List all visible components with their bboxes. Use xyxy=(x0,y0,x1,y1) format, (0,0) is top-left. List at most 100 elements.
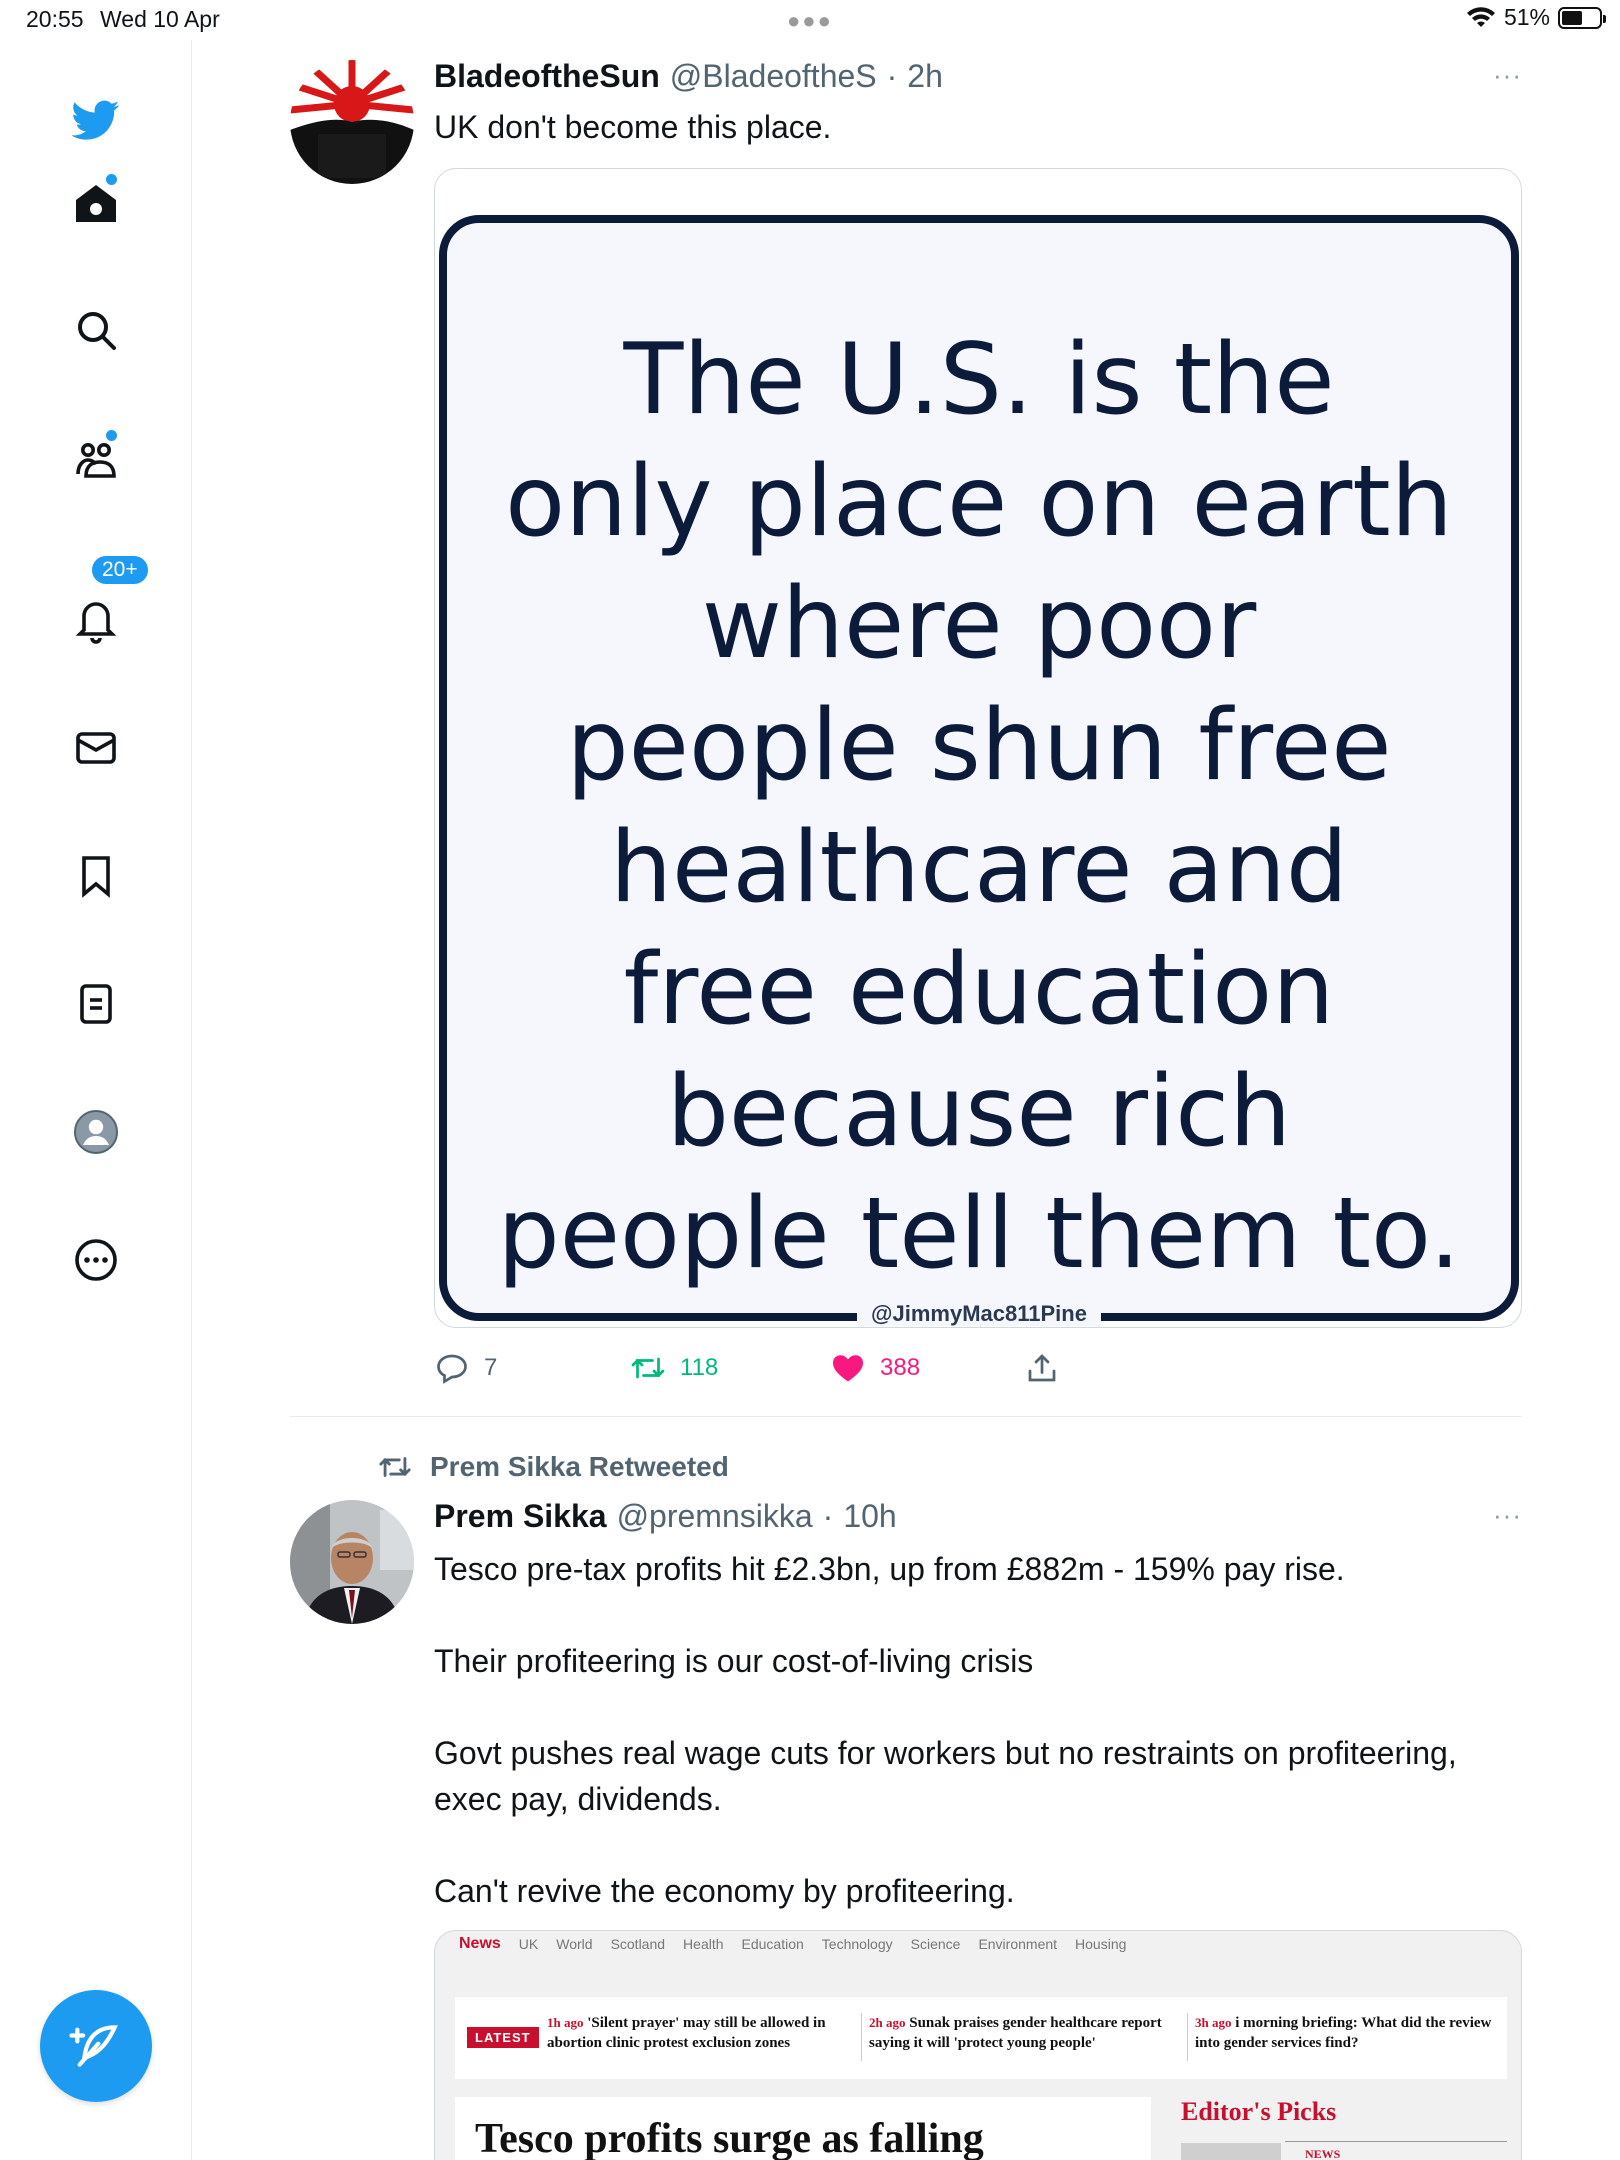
tweet-time[interactable]: 2h xyxy=(907,58,943,95)
twitter-logo-icon[interactable] xyxy=(64,88,128,152)
notifications-bell-icon[interactable] xyxy=(64,588,128,652)
latest-text-3: i morning briefing: What did the review … xyxy=(1195,2015,1492,2051)
tweet-more-icon[interactable]: ··· xyxy=(1493,1500,1522,1531)
retweeted-by-label[interactable]: Prem Sikka Retweeted xyxy=(430,1451,729,1483)
news-link-card[interactable]: News UK World Scotland Health Education Techno… xyxy=(434,1930,1522,2160)
news-nav-item: UK xyxy=(518,1936,539,1952)
compose-tweet-button[interactable] xyxy=(40,1990,152,2102)
separator: · xyxy=(822,1498,834,1534)
sign-line: because rich xyxy=(666,1055,1292,1169)
profile-avatar-icon[interactable] xyxy=(64,1100,128,1164)
sidebar: 20+ xyxy=(0,40,192,2160)
tweet-text-line-2: Their profiteering is our cost-of-living… xyxy=(434,1643,1034,1679)
communities-icon[interactable] xyxy=(64,428,128,492)
tweet-bladeofthesun[interactable]: BladeoftheSun @BladeoftheS · 2h ··· UK d… xyxy=(290,58,1522,1388)
editors-news-tag: NEWS xyxy=(1305,2147,1341,2160)
author-name[interactable]: Prem Sikka xyxy=(434,1498,607,1535)
sign-line: healthcare and xyxy=(609,811,1349,925)
home-unread-dot xyxy=(106,174,117,185)
sign-text: The U.S. is the only place on earth where … xyxy=(447,319,1511,1295)
retweet-icon xyxy=(631,1357,665,1379)
latest-strip: LATEST 1h ago 'Silent prayer' may still … xyxy=(455,1997,1507,2079)
tweet-more-icon[interactable]: ··· xyxy=(1493,60,1522,91)
lists-icon[interactable] xyxy=(64,972,128,1036)
latest-tag: LATEST xyxy=(467,2027,539,2048)
battery-percent: 51% xyxy=(1503,4,1550,30)
tweet-header: BladeoftheSun @BladeoftheS · 2h xyxy=(434,58,943,95)
separator: · xyxy=(886,58,898,94)
avatar-premsikka[interactable] xyxy=(290,1500,414,1624)
tweet-text-line-1: Tesco pre-tax profits hit £2.3bn, up fro… xyxy=(434,1551,1345,1587)
status-bar: 20:55 Wed 10 Apr ●●● 51% xyxy=(0,0,1620,40)
sign-line: only place on earth xyxy=(505,445,1453,559)
news-nav-item: Science xyxy=(910,1936,961,1952)
bookmarks-icon[interactable] xyxy=(64,844,128,908)
retweet-button[interactable]: 118 xyxy=(630,1350,718,1386)
reply-count: 7 xyxy=(484,1354,498,1381)
news-nav-item: Education xyxy=(741,1936,804,1952)
tweet-image[interactable]: The U.S. is the only place on earth where … xyxy=(434,168,1522,1328)
headline-box: Tesco profits surge as falling xyxy=(455,2097,1151,2160)
editors-divider xyxy=(1285,2141,1507,2142)
share-button[interactable] xyxy=(1024,1350,1060,1386)
sign-line: people shun free xyxy=(566,689,1392,803)
editors-thumbnail xyxy=(1181,2143,1281,2160)
news-nav-item: Scotland xyxy=(610,1936,666,1952)
sign-line: The U.S. is the xyxy=(623,323,1335,437)
news-nav-item: Technology xyxy=(821,1936,893,1952)
news-nav-item: News xyxy=(459,1935,501,1952)
latest-item-3: 3h ago i morning briefing: What did the … xyxy=(1195,2013,1495,2053)
latest-item-2: 2h ago Sunak praises gender healthcare r… xyxy=(869,2013,1179,2053)
sign-line: free education xyxy=(623,933,1335,1047)
latest-item-1: 1h ago 'Silent prayer' may still be allo… xyxy=(547,2013,847,2053)
compose-feather-icon xyxy=(69,2025,118,2067)
search-icon[interactable] xyxy=(64,298,128,362)
sign-image: The U.S. is the only place on earth where … xyxy=(439,215,1519,1326)
latest-ago-3: 3h ago xyxy=(1195,2015,1232,2030)
heart-filled-icon xyxy=(833,1355,863,1382)
news-nav: News UK World Scotland Health Education Techno… xyxy=(459,1931,1126,1957)
avatar-bladeofthesun[interactable] xyxy=(290,60,414,184)
more-options-icon[interactable] xyxy=(64,1228,128,1292)
share-icon xyxy=(1028,1354,1056,1382)
home-icon[interactable] xyxy=(64,172,128,236)
tweet-premsikka[interactable]: Prem Sikka @premnsikka · 10h ··· Tesco p… xyxy=(290,1498,1522,2160)
author-name[interactable]: BladeoftheSun xyxy=(434,58,660,95)
news-nav-item: Health xyxy=(683,1936,724,1952)
messages-envelope-icon[interactable] xyxy=(64,716,128,780)
latest-separator xyxy=(861,2013,862,2061)
latest-ago-1: 1h ago xyxy=(547,2015,584,2030)
latest-separator xyxy=(1187,2013,1188,2061)
notifications-badge: 20+ xyxy=(90,554,150,586)
sign-credit: @JimmyMac811Pine xyxy=(447,1301,1511,1327)
tweet-actions: 7 118 388 xyxy=(434,1350,1334,1390)
sign-line: where poor xyxy=(701,567,1257,681)
latest-ago-2: 2h ago xyxy=(869,2015,906,2030)
retweet-small-icon xyxy=(379,1457,411,1477)
like-count: 388 xyxy=(880,1354,921,1381)
status-time: 20:55 xyxy=(26,6,84,32)
like-button[interactable]: 388 xyxy=(830,1350,920,1386)
tweet-divider xyxy=(290,1416,1522,1417)
tweet-time[interactable]: 10h xyxy=(843,1498,896,1535)
sign-credit-text: @JimmyMac811Pine xyxy=(857,1301,1101,1326)
news-nav-item: World xyxy=(556,1936,593,1952)
status-right: 51% xyxy=(1466,4,1606,31)
communities-unread-dot xyxy=(106,430,117,441)
editors-picks-heading: Editor's Picks xyxy=(1181,2097,1337,2126)
news-card-wrap: News UK World Scotland Health Education Techno… xyxy=(290,1930,1522,2160)
author-handle[interactable]: @premnsikka xyxy=(617,1498,813,1535)
status-date: Wed 10 Apr xyxy=(100,6,220,32)
sign-line: people tell them to. xyxy=(497,1177,1461,1291)
author-handle[interactable]: @BladeoftheS xyxy=(670,58,877,95)
tweet-header: Prem Sikka @premnsikka · 10h xyxy=(434,1498,897,1535)
tweet-text-line-4: Can't revive the economy by profiteering… xyxy=(434,1873,1015,1909)
wifi-icon xyxy=(1466,6,1495,27)
retweet-indicator: Prem Sikka Retweeted xyxy=(376,1450,729,1484)
tweet-text: UK don't become this place. xyxy=(434,109,832,145)
latest-text-1: 'Silent prayer' may still be allowed in … xyxy=(547,2015,826,2051)
news-nav-item: Housing xyxy=(1075,1936,1127,1952)
reply-button[interactable]: 7 xyxy=(434,1350,497,1386)
multitasking-dots-icon[interactable]: ●●● xyxy=(787,8,833,34)
latest-text-2: Sunak praises gender healthcare report s… xyxy=(869,2015,1162,2051)
